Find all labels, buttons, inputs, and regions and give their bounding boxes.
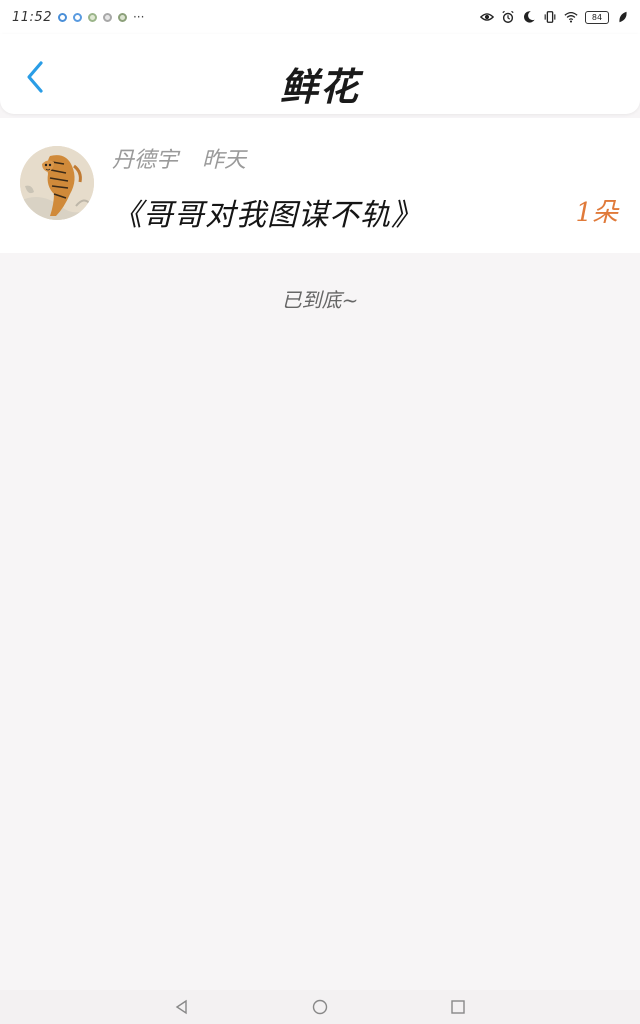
- notification-app-icon: [87, 12, 97, 22]
- leaf-icon: [619, 11, 627, 23]
- avatar[interactable]: [20, 146, 94, 220]
- notification-app-icon: [57, 12, 67, 22]
- book-title[interactable]: 《哥哥对我图谋不轨》: [112, 190, 422, 234]
- item-meta: 丹德宇 昨天: [112, 142, 246, 174]
- alarm-icon: [502, 10, 514, 23]
- nav-back-button[interactable]: [173, 998, 191, 1016]
- end-of-list-text: 已到底~: [281, 288, 359, 312]
- tiger-painting-avatar-image: [20, 146, 94, 220]
- author-name[interactable]: 丹德宇: [112, 142, 178, 174]
- more-notifications-icon: ···: [132, 10, 145, 24]
- page-header: 鲜花: [0, 34, 640, 114]
- circle-home-icon: [312, 999, 328, 1015]
- nav-recents-button[interactable]: [449, 998, 467, 1016]
- list-item[interactable]: 丹德宇 昨天 《哥哥对我图谋不轨》 1朵: [0, 118, 640, 253]
- notification-app-icon: [117, 12, 127, 22]
- page-title: 鲜花: [279, 64, 360, 109]
- notification-app-icon: [72, 12, 82, 22]
- vibrate-icon: [544, 11, 556, 23]
- triangle-back-icon: [175, 999, 187, 1015]
- battery-indicator: 84: [585, 10, 609, 24]
- status-time: 11:52: [12, 9, 52, 25]
- system-nav-bar: [0, 990, 640, 1024]
- status-right: 84: [480, 10, 630, 24]
- flower-count: 1朵: [575, 198, 618, 228]
- status-left: 11:52 ···: [12, 10, 144, 25]
- square-recents-icon: [451, 1000, 465, 1014]
- notification-app-icon: [102, 12, 112, 22]
- eye-icon: [480, 13, 494, 21]
- nav-home-button[interactable]: [311, 998, 329, 1016]
- item-time: 昨天: [202, 148, 247, 173]
- wifi-icon: [564, 11, 578, 23]
- status-bar: 11:52 ··· 84: [0, 0, 640, 34]
- moon-icon: [524, 11, 535, 23]
